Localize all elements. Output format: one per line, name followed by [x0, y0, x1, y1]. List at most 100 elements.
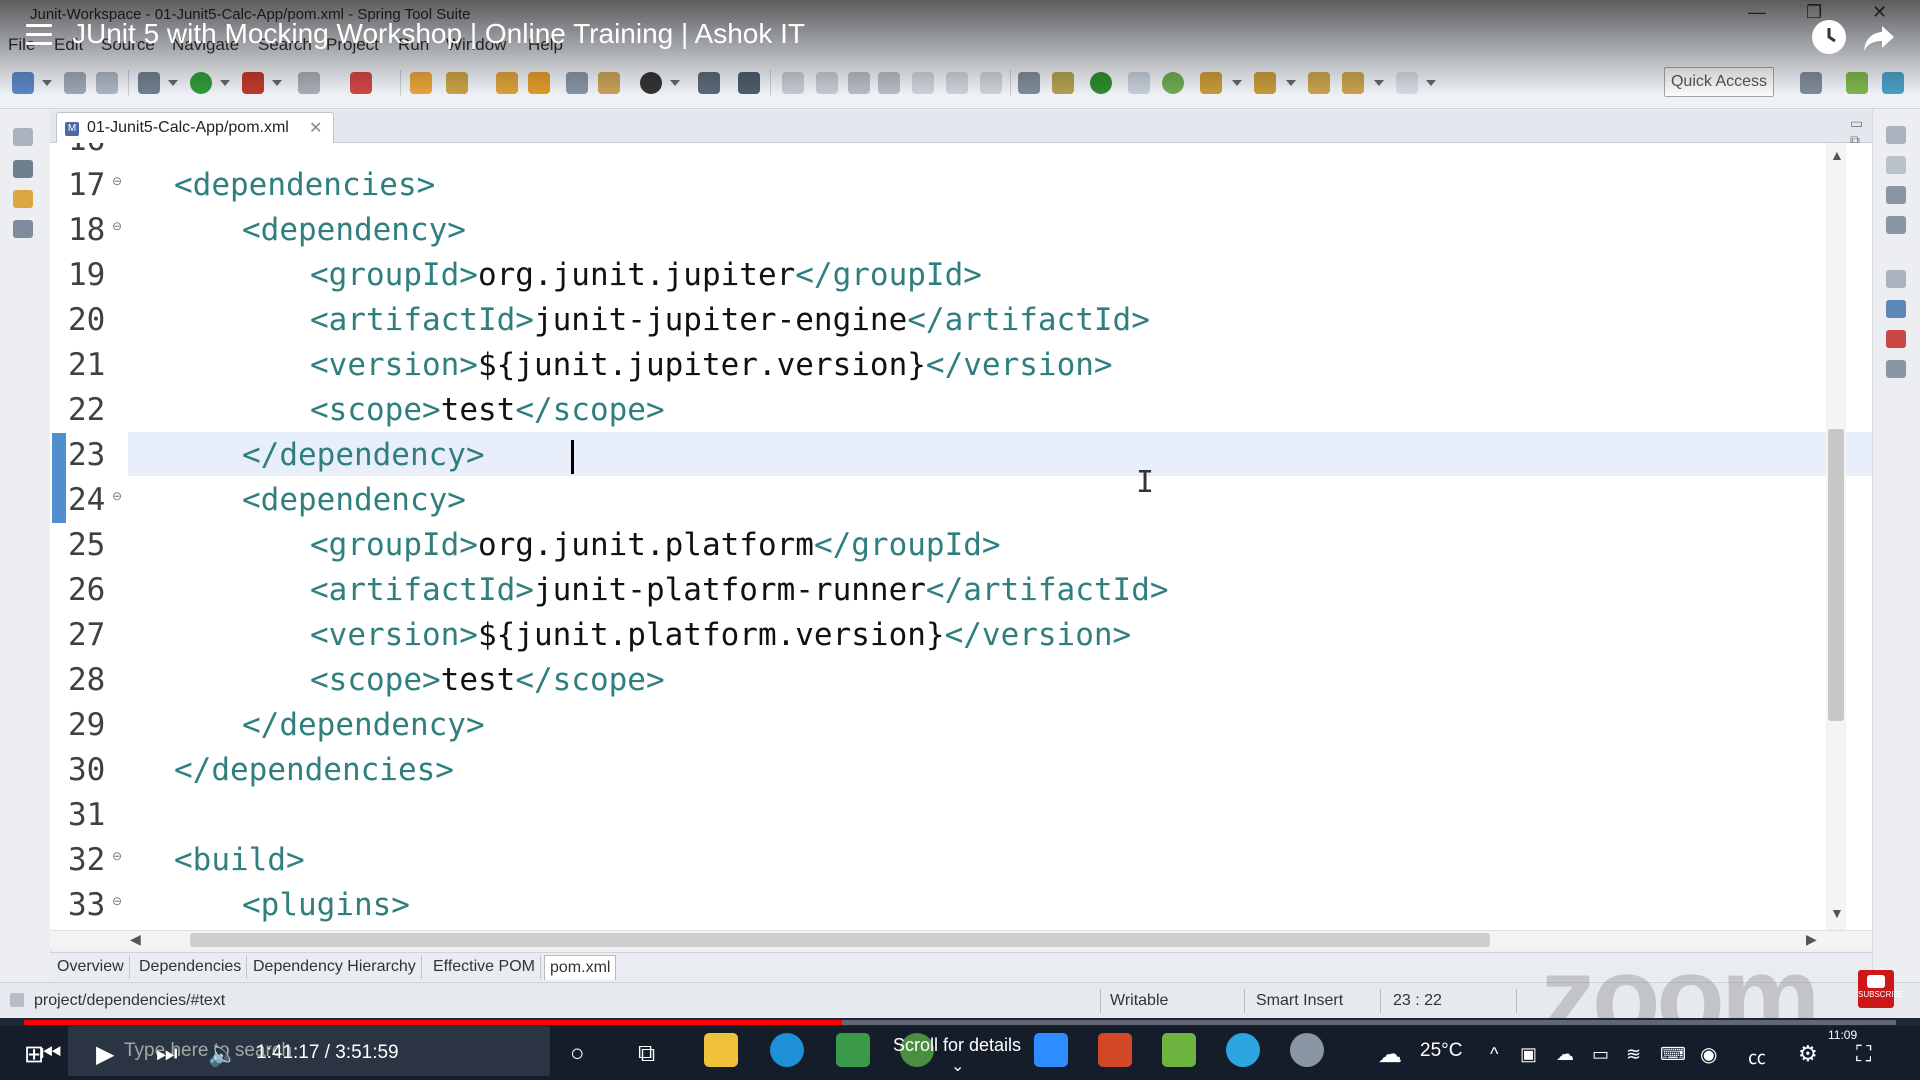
show-whitespace-icon[interactable] — [1018, 72, 1040, 94]
code-line[interactable]: 29 </dependency> — [50, 703, 1872, 748]
pin-icon[interactable] — [738, 72, 760, 94]
close-tab-icon[interactable]: ✕ — [309, 118, 322, 138]
chevron-down-icon[interactable]: ⌄ — [951, 1056, 964, 1076]
file-explorer-icon[interactable] — [704, 1033, 738, 1067]
weather-temperature[interactable]: 25°C — [1420, 1040, 1462, 1062]
boot-dashboard-icon[interactable] — [1090, 72, 1112, 94]
prev-annotation-dropdown-icon[interactable] — [1286, 80, 1296, 86]
zoom-app-icon[interactable] — [1034, 1033, 1068, 1067]
play-icon[interactable]: ▶ — [96, 1040, 114, 1069]
external-tools-icon[interactable] — [350, 72, 372, 94]
quick-access-field[interactable]: Quick Access — [1664, 67, 1774, 97]
scroll-left-icon[interactable]: ◀ — [130, 931, 141, 948]
battery-icon[interactable]: ▭ — [1592, 1044, 1609, 1065]
scroll-for-details[interactable]: Scroll for details — [893, 1035, 1021, 1056]
terminate-icon[interactable] — [848, 72, 870, 94]
open-type-icon[interactable] — [496, 72, 518, 94]
spring-tool-suite-icon[interactable] — [1162, 1033, 1196, 1067]
captions-icon[interactable]: ㏄ — [1748, 1044, 1766, 1070]
task-icon[interactable] — [598, 72, 620, 94]
scroll-down-icon[interactable]: ▼ — [1830, 905, 1844, 921]
code-line[interactable]: 23 </dependency> — [50, 433, 1872, 478]
store-icon[interactable] — [836, 1033, 870, 1067]
toggle-mark-icon[interactable] — [640, 72, 662, 94]
status-cursor-position[interactable]: 23 : 22 — [1393, 992, 1442, 1010]
code-line[interactable]: 17 ⊖ <dependencies> — [50, 163, 1872, 208]
back-dropdown-icon[interactable] — [1374, 80, 1384, 86]
servers-icon[interactable] — [13, 220, 33, 238]
forward-icon[interactable] — [1396, 72, 1418, 94]
next-annotation-icon[interactable] — [1200, 72, 1222, 94]
dropdown-arrow-icon[interactable] — [42, 80, 52, 86]
last-edit-icon[interactable] — [1308, 72, 1330, 94]
disconnect-icon[interactable] — [878, 72, 900, 94]
spring-icon[interactable] — [1162, 72, 1184, 94]
open-resource-icon[interactable] — [528, 72, 550, 94]
code-line[interactable]: 24 ⊖ <dependency> — [50, 478, 1872, 523]
volume-icon[interactable]: 🔈 — [208, 1040, 238, 1069]
code-line[interactable]: 16 — [50, 143, 1872, 163]
status-insert-mode[interactable]: Smart Insert — [1256, 992, 1343, 1010]
step-over-icon[interactable] — [946, 72, 968, 94]
run-icon[interactable] — [190, 72, 212, 94]
share-icon[interactable] — [1862, 20, 1896, 54]
new-wizard-icon[interactable] — [12, 72, 34, 94]
step-into-icon[interactable] — [912, 72, 934, 94]
tab-effective-pom[interactable]: Effective POM — [428, 955, 541, 979]
code-line[interactable]: 30 </dependencies> — [50, 748, 1872, 793]
code-line[interactable]: 33 ⊖ <plugins> — [50, 883, 1872, 928]
code-line[interactable]: 25 <groupId>org.junit.platform</groupId> — [50, 523, 1872, 568]
settings-gear-icon[interactable]: ⚙ — [1798, 1041, 1818, 1067]
breakpoints-icon[interactable] — [1886, 186, 1906, 204]
restore-icon[interactable] — [13, 128, 33, 146]
code-line[interactable]: 21 <version>${junit.jupiter.version}</ver… — [50, 343, 1872, 388]
coverage-dropdown-icon[interactable] — [272, 80, 282, 86]
console-icon[interactable] — [698, 72, 720, 94]
mark-dropdown-icon[interactable] — [670, 80, 680, 86]
variables-icon[interactable] — [1886, 156, 1906, 174]
xml-editor[interactable]: 1617⊖<dependencies>18⊖<dependency>19<gro… — [50, 143, 1872, 930]
vertical-scrollbar-thumb[interactable] — [1828, 429, 1844, 721]
tab-pom-xml[interactable]: pom.xml — [544, 955, 617, 980]
expressions-icon[interactable] — [1886, 216, 1906, 234]
wifi-icon[interactable]: ≋ — [1626, 1044, 1641, 1065]
previous-video-icon[interactable]: ⏮ — [40, 1040, 62, 1068]
restore-right-2-icon[interactable] — [1886, 270, 1906, 288]
code-line[interactable]: 22 <scope>test</scope> — [50, 388, 1872, 433]
resume-icon[interactable] — [782, 72, 804, 94]
save-all-icon[interactable] — [96, 72, 118, 94]
spring-perspective-icon[interactable] — [1846, 72, 1868, 94]
code-line[interactable]: 28 <scope>test</scope> — [50, 658, 1872, 703]
package-explorer-icon[interactable] — [13, 190, 33, 208]
minimize-icon[interactable]: — — [1748, 2, 1766, 23]
next-annotation-dropdown-icon[interactable] — [1232, 80, 1242, 86]
outline-icon[interactable] — [566, 72, 588, 94]
app-icon[interactable] — [1290, 1033, 1324, 1067]
suspend-icon[interactable] — [816, 72, 838, 94]
code-line[interactable]: 26 <artifactId>junit-platform-runner</art… — [50, 568, 1872, 613]
stop-icon[interactable] — [298, 72, 320, 94]
fold-toggle-icon[interactable]: ⊖ — [112, 894, 122, 908]
fullscreen-icon[interactable]: ⛶ — [1856, 1041, 1871, 1067]
code-line[interactable]: 18 ⊖ <dependency> — [50, 208, 1872, 253]
outline-view-icon[interactable] — [1886, 300, 1906, 318]
code-line[interactable]: 32 ⊖ <build> — [50, 838, 1872, 883]
step-return-icon[interactable] — [980, 72, 1002, 94]
save-icon[interactable] — [64, 72, 86, 94]
horizontal-scrollbar-thumb[interactable] — [190, 933, 1490, 947]
problems-icon[interactable] — [1886, 330, 1906, 348]
restore-right-icon[interactable] — [1886, 126, 1906, 144]
javadoc-icon[interactable] — [1886, 360, 1906, 378]
video-title[interactable]: JUnit 5 with Mocking Workshop | Online T… — [72, 18, 805, 50]
fold-toggle-icon[interactable]: ⊖ — [112, 489, 122, 503]
powerpoint-icon[interactable] — [1098, 1033, 1132, 1067]
open-folder-icon[interactable] — [410, 72, 432, 94]
cortana-icon[interactable]: ○ — [570, 1040, 585, 1068]
toggle-breadcrumb-icon[interactable] — [1128, 72, 1150, 94]
playlist-menu-icon[interactable] — [26, 24, 52, 46]
code-line[interactable]: 19 <groupId>org.junit.jupiter</groupId> — [50, 253, 1872, 298]
spring-boot-icon[interactable] — [1052, 72, 1074, 94]
edge-icon[interactable] — [770, 1033, 804, 1067]
forward-dropdown-icon[interactable] — [1426, 80, 1436, 86]
telegram-icon[interactable] — [1226, 1033, 1260, 1067]
